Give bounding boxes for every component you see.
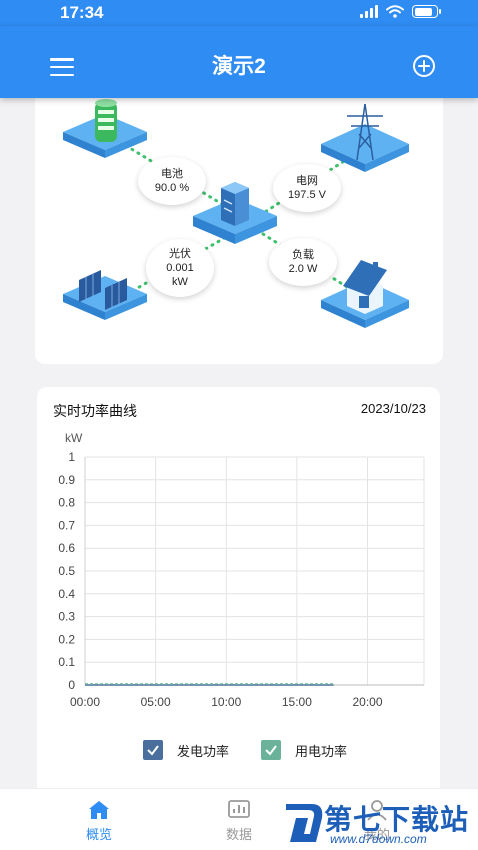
energy-flow-card: 电池 90.0 % 电网 197.5 V 光伏 0.001 kW 负载 2.0 … xyxy=(35,94,443,364)
watermark: 第七下载站 www.d7down.com xyxy=(282,796,478,850)
grid-label: 电网 xyxy=(296,175,318,187)
load-value: 2.0 W xyxy=(288,263,318,275)
solar-stat-bubble: 光伏 0.001 kW xyxy=(146,239,214,297)
energy-flow-diagram xyxy=(63,99,409,328)
load-label: 负载 xyxy=(292,249,314,261)
battery-device-icon xyxy=(63,99,147,158)
x-tick-label: 20:00 xyxy=(352,695,382,709)
y-tick-label: 1 xyxy=(68,450,75,464)
nav-data[interactable]: 数据 xyxy=(204,799,274,843)
battery-stat-bubble: 电池 90.0 % xyxy=(138,157,206,205)
x-tick-label: 00:00 xyxy=(70,695,100,709)
wifi-icon xyxy=(386,5,404,18)
x-tick-label: 05:00 xyxy=(141,695,171,709)
y-tick-label: 0.2 xyxy=(58,632,75,646)
cellular-signal-icon xyxy=(360,5,378,18)
battery-label: 电池 xyxy=(161,168,183,180)
watermark-url: www.d7down.com xyxy=(330,832,427,846)
nav-overview[interactable]: 概览 xyxy=(64,799,134,843)
nav-overview-label: 概览 xyxy=(85,827,112,842)
y-tick-label: 0.1 xyxy=(58,655,75,669)
legend-generation[interactable]: 发电功率 xyxy=(143,740,229,760)
legend-consumption[interactable]: 用电功率 xyxy=(261,740,347,760)
y-tick-label: 0.5 xyxy=(58,564,75,578)
nav-data-label: 数据 xyxy=(225,827,252,842)
grid-value: 197.5 V xyxy=(288,189,326,201)
load-stat-bubble: 负载 2.0 W xyxy=(269,238,337,286)
home-icon xyxy=(89,801,109,819)
add-circle-icon[interactable] xyxy=(412,54,436,78)
solar-value: 0.001 xyxy=(166,262,194,274)
power-chart-card: 实时功率曲线 2023/10/23 kW 1 0.9 0.8 0.7 0.6 0.5 0.4 0… xyxy=(37,387,440,807)
y-tick-label: 0.8 xyxy=(58,496,75,510)
page-title: 演示2 xyxy=(212,55,266,78)
y-tick-label: 0.4 xyxy=(58,587,75,601)
y-tick-label: 0.7 xyxy=(58,518,75,532)
chart-title: 实时功率曲线 xyxy=(53,403,137,419)
grid-stat-bubble: 电网 197.5 V xyxy=(273,164,341,212)
y-tick-label: 0.9 xyxy=(58,473,75,487)
chart-icon xyxy=(228,800,250,818)
legend-generation-label: 发电功率 xyxy=(177,743,230,759)
x-tick-label: 10:00 xyxy=(211,695,241,709)
watermark-logo-icon xyxy=(286,804,323,842)
battery-icon xyxy=(412,5,441,18)
solar-panel-icon xyxy=(63,270,147,320)
y-tick-label: 0.3 xyxy=(58,610,75,624)
chart-date[interactable]: 2023/10/23 xyxy=(361,401,426,416)
battery-value: 90.0 % xyxy=(154,182,190,194)
checkbox-checked-icon[interactable] xyxy=(143,740,163,760)
y-axis-unit-label: kW xyxy=(65,431,83,445)
solar-label: 光伏 xyxy=(169,248,191,260)
grid-tower-icon xyxy=(321,103,409,172)
y-tick-label: 0.6 xyxy=(58,541,75,555)
legend-consumption-label: 用电功率 xyxy=(295,743,348,759)
solar-unit: kW xyxy=(172,276,188,288)
status-time: 17:34 xyxy=(60,3,104,22)
status-icons xyxy=(360,5,441,18)
app-bar: 演示2 xyxy=(0,26,478,98)
x-tick-label: 15:00 xyxy=(282,695,312,709)
status-bar: 17:34 xyxy=(0,0,478,26)
power-line-chart: kW 1 0.9 0.8 0.7 0.6 0.5 0.4 0.3 0.2 0.1 0 00:00 05:0… xyxy=(58,431,425,709)
checkbox-checked-icon[interactable] xyxy=(261,740,281,760)
y-tick-label: 0 xyxy=(68,678,75,692)
